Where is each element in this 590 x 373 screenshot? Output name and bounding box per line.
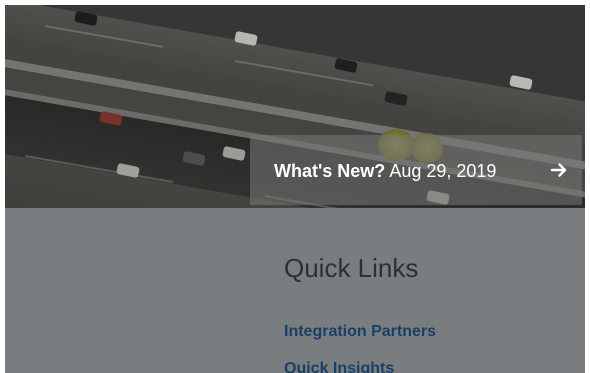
whats-new-label: What's New? [274,161,386,181]
quick-link-integration-partners[interactable]: Integration Partners [284,322,436,342]
whats-new-banner[interactable]: What's New? Aug 29, 2019 [250,135,582,205]
quick-links-heading: Quick Links [284,253,419,283]
quick-link-quick-insights[interactable]: Quick Insights [284,359,394,373]
page-frame: What's New? Aug 29, 2019 Quick Links Int… [0,0,590,373]
quick-links-panel: Quick Links Integration Partners Quick I… [5,208,585,373]
whats-new-title: What's New? Aug 29, 2019 [274,161,496,181]
arrow-right-icon[interactable] [550,161,568,179]
whats-new-date: Aug 29, 2019 [389,161,497,181]
